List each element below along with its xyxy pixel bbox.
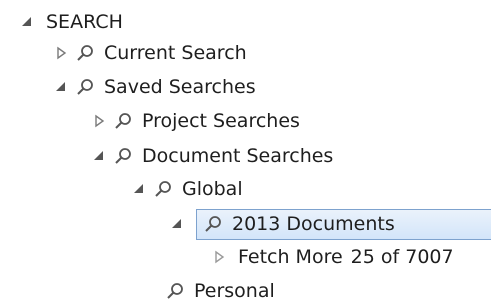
collapsed-triangle-icon[interactable]: [52, 44, 70, 62]
collapsed-triangle-icon[interactable]: [90, 112, 108, 130]
tree-node-label: Project Searches: [142, 110, 300, 132]
expanded-triangle-icon[interactable]: [18, 13, 36, 31]
search-icon: [202, 213, 224, 235]
expanded-triangle-icon[interactable]: [52, 78, 70, 96]
tree-node-global[interactable]: Global: [130, 174, 243, 204]
tree-node-label: Current Search: [104, 42, 247, 64]
collapsed-triangle-icon[interactable]: [210, 248, 228, 266]
search-icon: [164, 280, 186, 302]
expanded-triangle-icon[interactable]: [168, 215, 186, 233]
tree-node-2013-documents[interactable]: 2013 Documents: [168, 209, 395, 239]
tree-node-label: Global: [182, 178, 243, 200]
search-icon: [152, 178, 174, 200]
expanded-triangle-icon[interactable]: [130, 180, 148, 198]
search-icon: [74, 76, 96, 98]
tree-node-label: Personal: [194, 280, 275, 302]
search-tree: SEARCH Current Search Saved Searches Pro…: [0, 0, 491, 307]
tree-node-project-searches[interactable]: Project Searches: [90, 106, 300, 136]
tree-node-label: 2013 Documents: [232, 213, 395, 235]
fetch-more-label: Fetch More: [238, 246, 343, 268]
tree-node-saved-searches[interactable]: Saved Searches: [52, 72, 256, 102]
search-icon: [112, 145, 134, 167]
tree-node-personal[interactable]: Personal: [148, 276, 275, 306]
tree-node-label: Document Searches: [142, 145, 334, 167]
tree-node-search[interactable]: SEARCH: [18, 7, 123, 37]
tree-node-label: SEARCH: [46, 11, 123, 33]
tree-node-label: Saved Searches: [104, 76, 256, 98]
tree-node-document-searches[interactable]: Document Searches: [90, 141, 333, 171]
search-icon: [112, 110, 134, 132]
tree-node-current-search[interactable]: Current Search: [52, 38, 247, 68]
fetch-more-count: 25 of 7007: [350, 246, 454, 268]
expanded-triangle-icon[interactable]: [90, 147, 108, 165]
tree-node-fetch-more[interactable]: Fetch More 25 of 7007: [210, 242, 454, 272]
search-icon: [74, 42, 96, 64]
